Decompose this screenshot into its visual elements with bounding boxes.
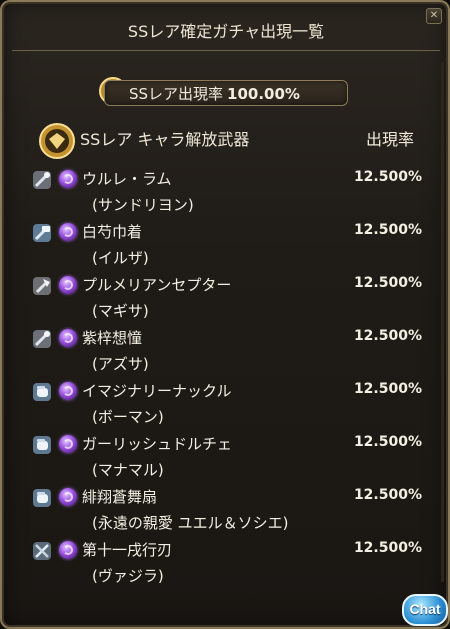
list-item[interactable]: プルメリアンセプター (マギサ) 12.500%	[28, 272, 422, 324]
ssr-badge-large-icon	[39, 123, 75, 159]
list-item[interactable]: 紫梓想憧 (アズサ) 12.500%	[28, 325, 422, 377]
weapon-name: ガーリッシュドルチェ	[82, 435, 233, 453]
weapon-name: 第十一戌行刃	[82, 541, 173, 559]
window-title: SSレア確定ガチャ出現一覧	[12, 14, 440, 51]
dark-element-icon	[59, 223, 77, 241]
list-item[interactable]: 緋翔蒼舞扇 (永遠の親愛 ユエル＆ソシエ) 12.500%	[28, 484, 422, 536]
character-name: (アズサ)	[92, 355, 149, 373]
weapon-name: プルメリアンセプター	[82, 276, 232, 294]
character-name: (ボーマン)	[92, 408, 164, 426]
fist-icon	[33, 383, 51, 401]
dark-element-icon	[59, 488, 77, 506]
list-header-rate: 出現率	[365, 130, 414, 149]
character-name: (マナマル)	[92, 461, 164, 479]
character-name: (ヴァジラ)	[92, 567, 164, 585]
weapon-rate: 12.500%	[353, 381, 422, 397]
fist-icon	[33, 436, 51, 454]
weapon-rate: 12.500%	[353, 222, 422, 238]
list-header-label: SSレア キャラ解放武器	[80, 130, 250, 149]
weapon-name: ウルレ・ラム	[82, 170, 172, 188]
weapon-name: 白芍巾着	[82, 223, 143, 241]
weapon-name: 紫梓想憧	[82, 329, 143, 347]
ssr-rate-box: SSレア出現率 100.00%	[104, 80, 348, 106]
weapon-rate: 12.500%	[353, 275, 422, 291]
character-name: (サンドリヨン)	[92, 196, 194, 214]
gacha-rate-panel: ✕ SSレア確定ガチャ出現一覧 SSレア出現率 100.00% SSレア キャラ解…	[0, 0, 450, 629]
weapon-rate: 12.500%	[353, 487, 422, 503]
dark-element-icon	[59, 382, 77, 400]
hammer-icon	[33, 224, 51, 242]
axe-icon	[33, 277, 51, 295]
weapon-rate: 12.500%	[353, 540, 422, 556]
list-item[interactable]: 白芍巾着 (イルザ) 12.500%	[28, 219, 422, 271]
list-item[interactable]: 第十一戌行刃 (ヴァジラ) 12.500%	[28, 537, 422, 589]
weapon-name: 緋翔蒼舞扇	[82, 488, 158, 506]
ssr-rate-value: 100.00%	[227, 85, 300, 103]
list-item[interactable]: イマジナリーナックル (ボーマン) 12.500%	[28, 378, 422, 430]
dark-element-icon	[59, 276, 77, 294]
weapon-rate: 12.500%	[353, 169, 422, 185]
swords-icon	[33, 542, 51, 560]
chat-button[interactable]: Chat	[402, 594, 448, 626]
weapon-rate: 12.500%	[353, 434, 422, 450]
dark-element-icon	[59, 541, 77, 559]
character-name: (マギサ)	[92, 302, 149, 320]
staff-icon	[33, 330, 51, 348]
staff-icon	[33, 171, 51, 189]
list-item[interactable]: ウルレ・ラム (サンドリヨン) 12.500%	[28, 166, 422, 218]
dark-element-icon	[59, 170, 77, 188]
weapon-rate: 12.500%	[353, 328, 422, 344]
dark-element-icon	[59, 329, 77, 347]
ssr-rate-label: SSレア出現率	[129, 85, 224, 103]
dark-element-icon	[59, 435, 77, 453]
character-name: (永遠の親愛 ユエル＆ソシエ)	[92, 514, 289, 532]
scrollbar[interactable]	[441, 62, 444, 582]
character-name: (イルザ)	[92, 249, 149, 267]
fist-icon	[33, 489, 51, 507]
list-item[interactable]: ガーリッシュドルチェ (マナマル) 12.500%	[28, 431, 422, 483]
weapon-name: イマジナリーナックル	[82, 382, 232, 400]
